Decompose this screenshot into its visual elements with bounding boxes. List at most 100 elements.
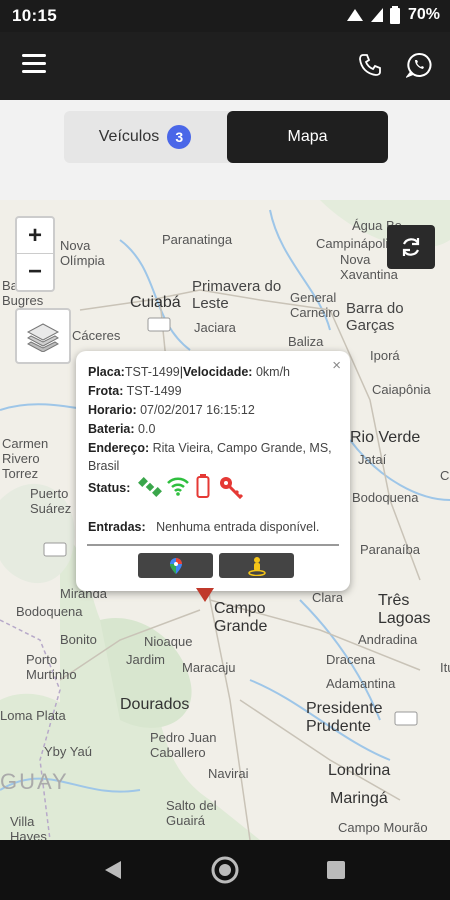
wifi-signal-icon bbox=[167, 477, 189, 496]
horario-label: Horario: bbox=[88, 403, 137, 417]
map-label: Paranatinga bbox=[162, 232, 233, 247]
zoom-in-button[interactable]: + bbox=[17, 218, 53, 254]
tab-map[interactable]: Mapa bbox=[227, 111, 388, 163]
hamburger-menu-icon[interactable] bbox=[22, 54, 48, 76]
map-label: Salto del Guairá bbox=[166, 798, 217, 828]
vehicle-marker[interactable] bbox=[196, 588, 214, 602]
app-bar bbox=[0, 32, 450, 100]
horario-value: 07/02/2017 16:15:12 bbox=[140, 403, 255, 417]
phone-icon[interactable] bbox=[358, 53, 382, 77]
map-label: GUAY bbox=[0, 769, 69, 794]
map-label: Pedro Juan Caballero bbox=[150, 730, 217, 760]
map-label: Barra do Garças bbox=[346, 300, 404, 334]
entradas-row: Entradas: Nenhuma entrada disponível. bbox=[88, 518, 319, 536]
ignition-key-icon bbox=[220, 477, 244, 499]
map-label: Nova Olímpia bbox=[60, 238, 105, 268]
map-label: Cuiabá bbox=[130, 294, 181, 311]
open-map-button[interactable] bbox=[138, 553, 213, 578]
map-label: Campo Grande bbox=[214, 600, 268, 635]
map-label: Caiapônia bbox=[372, 382, 431, 397]
map-label: Villa Hayes bbox=[10, 814, 47, 840]
map-label: Jataí bbox=[358, 452, 387, 467]
status-icons: 70% bbox=[346, 6, 440, 24]
horario-row: Horario: 07/02/2017 16:15:12 bbox=[88, 401, 255, 419]
map-label: Dourados bbox=[120, 696, 190, 713]
map-label: Clara bbox=[312, 590, 344, 605]
status-label: Status: bbox=[88, 481, 131, 495]
map-label: Baliza bbox=[288, 334, 324, 349]
clock: 10:15 bbox=[12, 6, 57, 25]
status-row: Status: bbox=[88, 479, 130, 497]
bateria-row: Bateria: 0.0 bbox=[88, 420, 155, 438]
signal-icon bbox=[346, 9, 363, 21]
map-label: Maracaju bbox=[182, 660, 236, 675]
map-label: Ca bbox=[440, 468, 450, 483]
map-pin-icon bbox=[169, 557, 182, 574]
map-label: Bodoquena bbox=[16, 604, 83, 619]
map-label: Dracena bbox=[326, 652, 376, 667]
view-switcher: Veículos 3 Mapa bbox=[64, 111, 388, 163]
tab-map-label: Mapa bbox=[287, 128, 328, 145]
placa-value: TST-1499 bbox=[124, 365, 180, 379]
map-label: Cáceres bbox=[72, 328, 121, 343]
map-label: Yby Yaú bbox=[44, 744, 92, 759]
map-label: Nioaque bbox=[144, 634, 193, 649]
map-label: Carmen Rivero Torrez bbox=[2, 436, 49, 481]
battery-icon bbox=[196, 474, 210, 498]
endereco-label: Endereço: bbox=[88, 441, 150, 455]
map-label: Bodoquena bbox=[352, 490, 419, 505]
vehicle-info-popup: × Placa:TST-1499|Velocidade: 0km/h Frota… bbox=[76, 351, 350, 591]
refresh-icon bbox=[402, 238, 420, 256]
battery-percent: 70% bbox=[407, 6, 440, 23]
zoom-out-button[interactable]: − bbox=[17, 254, 53, 290]
zoom-control: + − bbox=[15, 216, 55, 292]
cell-signal-icon bbox=[370, 8, 383, 22]
map-label: Londrina bbox=[328, 762, 391, 779]
entradas-label: Entradas: bbox=[88, 520, 146, 534]
map-label: Campinápolis bbox=[316, 236, 395, 251]
velocidade-value: 0km/h bbox=[255, 365, 290, 379]
map-view[interactable]: Água Bo Campinápolis Nova Xavantina Nova… bbox=[0, 200, 450, 840]
popup-close-button[interactable]: × bbox=[332, 357, 341, 374]
placa-label: Placa: bbox=[88, 365, 125, 379]
whatsapp-icon[interactable] bbox=[406, 52, 432, 78]
battery-status-icon bbox=[389, 6, 400, 24]
map-label: Rio Verde bbox=[350, 429, 421, 446]
segment-area: Veículos 3 Mapa bbox=[0, 100, 450, 200]
frota-label: Frota: bbox=[88, 384, 124, 398]
tab-vehicles[interactable]: Veículos 3 bbox=[64, 111, 226, 163]
map-label: Adamantina bbox=[326, 676, 396, 691]
map-label: Campo Mourão bbox=[338, 820, 428, 835]
street-view-button[interactable] bbox=[219, 553, 294, 578]
tab-vehicles-label: Veículos bbox=[98, 128, 160, 145]
map-label: Presidente Prudente bbox=[306, 700, 383, 735]
bateria-label: Bateria: bbox=[88, 422, 135, 436]
map-label: Itu bbox=[440, 660, 450, 675]
recent-apps-icon[interactable] bbox=[327, 861, 345, 879]
endereco-row: Endereço: Rita Vieira, Campo Grande, MS,… bbox=[88, 439, 340, 475]
map-label: Loma Plata bbox=[0, 708, 66, 723]
refresh-button[interactable] bbox=[387, 225, 435, 269]
map-label: Bonito bbox=[60, 632, 97, 647]
map-label: Jardim bbox=[126, 652, 166, 667]
layers-icon bbox=[26, 323, 60, 352]
map-label: Paranaíba bbox=[360, 542, 420, 557]
layers-button[interactable] bbox=[15, 308, 71, 364]
system-nav-bar bbox=[0, 840, 450, 900]
map-label: Primavera do Leste bbox=[192, 278, 282, 312]
map-label: Navirai bbox=[208, 766, 249, 781]
frota-row: Frota: TST-1499 bbox=[88, 382, 182, 400]
home-icon[interactable] bbox=[210, 855, 240, 885]
map-label: Três Lagoas bbox=[378, 592, 431, 627]
popup-divider bbox=[87, 544, 339, 546]
vehicles-count-badge: 3 bbox=[167, 125, 192, 149]
velocidade-label: Velocidade: bbox=[182, 365, 253, 379]
back-icon[interactable] bbox=[103, 859, 123, 881]
frota-value: TST-1499 bbox=[126, 384, 182, 398]
gps-satellite-icon bbox=[138, 477, 162, 497]
bateria-value: 0.0 bbox=[138, 422, 156, 436]
status-bar: 10:15 70% bbox=[0, 0, 450, 32]
street-view-icon bbox=[247, 556, 266, 576]
map-label: Andradina bbox=[358, 632, 418, 647]
map-label: Iporá bbox=[370, 348, 400, 363]
